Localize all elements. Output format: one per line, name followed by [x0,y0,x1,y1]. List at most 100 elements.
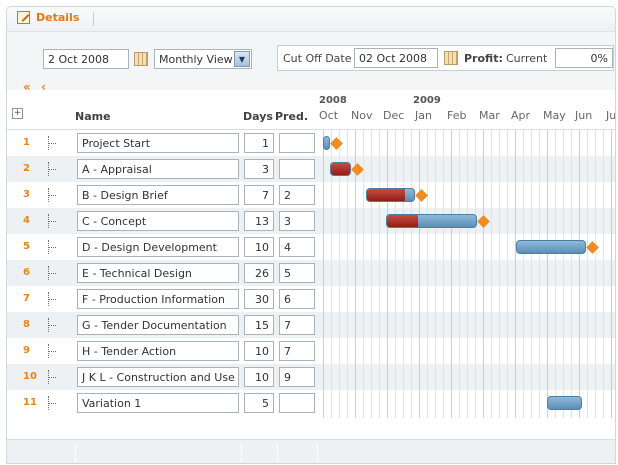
timeline-month: Nov [351,109,373,122]
gantt-gridline [491,130,492,418]
task-pred-field[interactable]: 9 [279,367,315,387]
cutoff-date-label: Cut Off Date [283,52,352,65]
start-date-input[interactable]: 2 Oct 2008 [43,49,129,69]
cutoff-date-input[interactable]: 02 Oct 2008 [354,48,438,68]
footer-cell [277,444,317,462]
current-profit-input[interactable]: 0% [555,48,613,68]
grid-header: + Name Days Pred. 2008 2009 Oct Nov Dec … [7,92,615,130]
task-name-field[interactable]: Variation 1 [77,393,239,413]
task-name-field[interactable]: H - Tender Action [77,341,239,361]
tab-details[interactable]: Details [17,11,79,24]
gantt-gridline [387,130,388,418]
task-name-field[interactable]: A - Appraisal [77,159,239,179]
gantt-gridline [403,130,404,418]
footer-cell [317,444,615,462]
task-pred-field[interactable] [279,159,315,179]
details-panel: Details 2 Oct 2008 Monthly View ▼ Cut Of… [6,6,616,464]
row-number: 10 [23,371,37,382]
task-pred-field[interactable]: 5 [279,263,315,283]
task-name-field[interactable]: J K L - Construction and Use [77,367,239,387]
gantt-gridline [603,130,604,418]
gantt-gridline [515,130,516,418]
gantt-gridline [611,130,612,418]
task-days-field[interactable]: 10 [244,237,274,257]
tree-connector [48,370,56,384]
task-days-field[interactable]: 13 [244,211,274,231]
gantt-gridline [475,130,476,418]
task-name-field[interactable]: D - Design Development [77,237,239,257]
task-pred-field[interactable]: 3 [279,211,315,231]
task-name-field[interactable]: Project Start [77,133,239,153]
view-mode-value: Monthly View [159,53,233,66]
task-pred-field[interactable]: 4 [279,237,315,257]
task-days-field[interactable]: 7 [244,185,274,205]
task-days-field[interactable]: 10 [244,341,274,361]
tree-connector [48,318,56,332]
task-name-field[interactable]: B - Design Brief [77,185,239,205]
gantt-timeline[interactable] [317,130,615,418]
task-days-field[interactable]: 10 [244,367,274,387]
gantt-gridline [419,130,420,418]
timeline-month: Ju [606,109,616,122]
task-days-field[interactable]: 26 [244,263,274,283]
task-days-field[interactable]: 15 [244,315,274,335]
grid-footer [7,439,615,463]
task-name-field[interactable]: E - Technical Design [77,263,239,283]
gantt-gridline [507,130,508,418]
timeline-month: Feb [447,109,467,122]
milestone-diamond-icon[interactable] [586,241,599,254]
column-header-days: Days [243,110,273,123]
tree-connector [48,240,56,254]
gantt-task-bar[interactable] [546,396,582,410]
start-date-calendar-icon[interactable] [134,52,148,66]
milestone-diamond-icon[interactable] [330,137,343,150]
row-number: 8 [23,319,30,330]
row-number: 2 [23,163,30,174]
row-number: 9 [23,345,30,356]
task-pred-field[interactable]: 6 [279,289,315,309]
current-label: Current [506,52,548,65]
gantt-gridline [451,130,452,418]
cutoff-calendar-icon[interactable] [444,51,458,65]
task-name-field[interactable]: F - Production Information [77,289,239,309]
gantt-gridline [547,130,548,418]
task-name-field[interactable]: G - Tender Documentation [77,315,239,335]
gantt-task-bar[interactable] [386,214,477,228]
gantt-gridline [579,130,580,418]
timeline-month: Mar [479,109,500,122]
task-pred-field[interactable] [279,393,315,413]
task-days-field[interactable]: 5 [244,393,274,413]
column-header-pred: Pred. [275,110,308,123]
task-pred-field[interactable]: 7 [279,341,315,361]
gantt-progress-fill [331,163,351,175]
task-pred-field[interactable] [279,133,315,153]
task-days-field[interactable]: 30 [244,289,274,309]
gantt-gridline [371,130,372,418]
tree-connector [48,396,56,410]
row-number: 7 [23,293,30,304]
timeline-month: Oct [319,109,339,122]
milestone-diamond-icon[interactable] [477,215,490,228]
task-pred-field[interactable]: 7 [279,315,315,335]
tree-connector [48,266,56,280]
task-days-field[interactable]: 3 [244,159,274,179]
timeline-month: May [543,109,566,122]
gantt-gridline [467,130,468,418]
timeline-year-2009: 2009 [413,95,441,106]
task-pred-field[interactable]: 2 [279,185,315,205]
gantt-task-bar[interactable] [330,162,352,176]
row-number: 6 [23,267,30,278]
chevron-down-icon[interactable]: ▼ [234,51,250,67]
expand-all-icon[interactable]: + [12,108,23,119]
tab-bar: Details [7,7,615,32]
cutoff-profit-group: Cut Off Date 02 Oct 2008 Profit: Current… [277,45,614,71]
timeline-month: Jun [575,109,593,122]
task-days-field[interactable]: 1 [244,133,274,153]
gantt-gridline [443,130,444,418]
gantt-gridline [595,130,596,418]
gantt-gridline [499,130,500,418]
task-name-field[interactable]: C - Concept [77,211,239,231]
gantt-task-bar[interactable] [366,188,416,202]
view-mode-select[interactable]: Monthly View ▼ [154,49,252,69]
gantt-task-bar[interactable] [516,240,587,254]
